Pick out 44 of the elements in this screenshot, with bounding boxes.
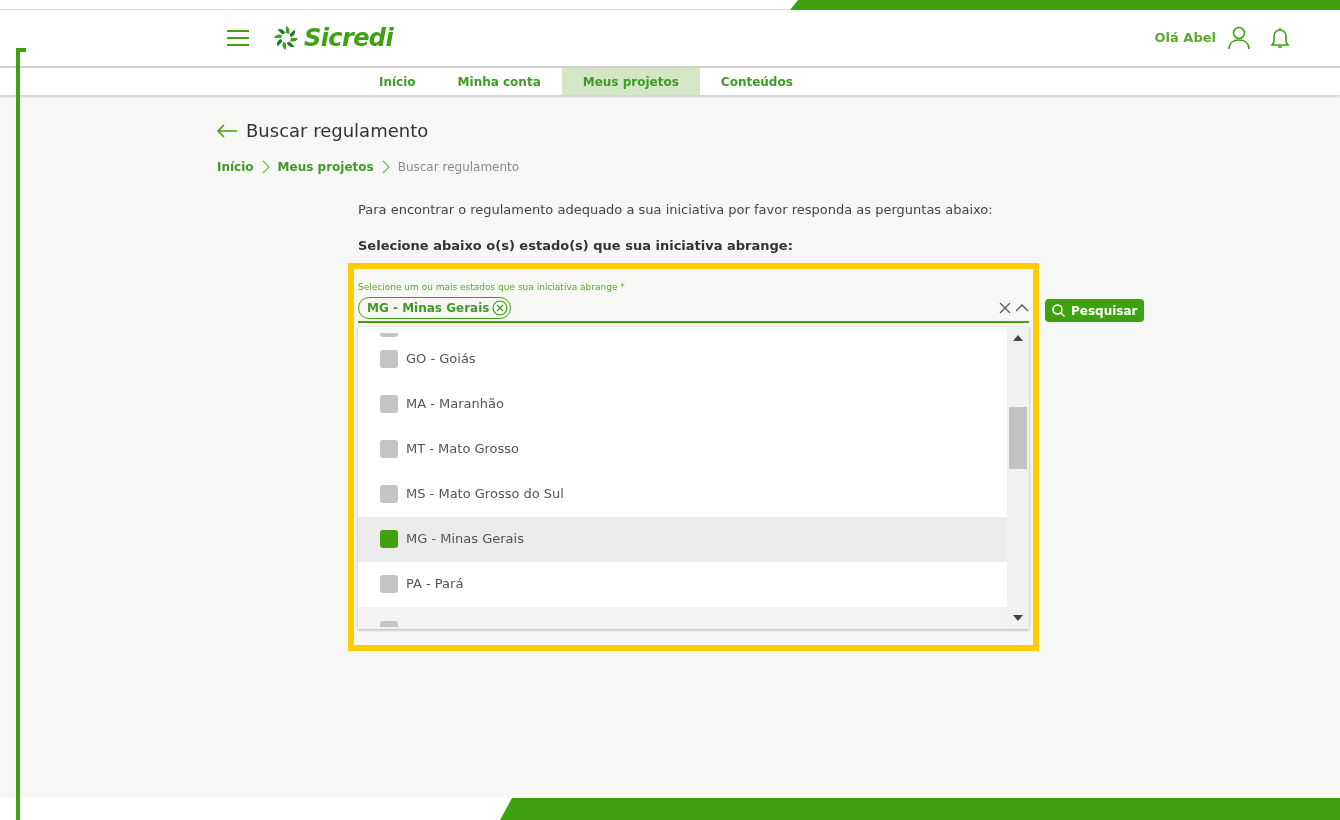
page-title: Buscar regulamento [246,119,429,143]
greeting: Olá Abel [1154,29,1216,48]
nav-tab[interactable]: Minha conta [436,68,562,95]
brand-name: Sicredi [304,23,394,54]
checkbox[interactable] [380,575,398,593]
menu-icon[interactable] [226,29,250,47]
nav-tab[interactable]: Meus projetos [561,68,700,95]
option-row[interactable]: MS - Mato Grosso do Sul [358,471,1007,517]
checkbox[interactable] [380,332,398,337]
breadcrumb-link[interactable]: Início [217,158,254,176]
checkbox[interactable] [380,485,398,503]
nav-tab[interactable]: Início [358,68,437,95]
scroll-up-icon[interactable] [1013,334,1023,341]
option-row[interactable]: MA - Maranhão [358,381,1007,427]
scroll-down-icon[interactable] [1013,614,1023,621]
option-row[interactable]: GO - Goiás [358,336,1007,382]
search-icon [1052,304,1065,317]
clear-icon[interactable] [999,301,1011,314]
option-row[interactable]: PA - Pará [358,561,1007,607]
scrollbar[interactable] [1007,326,1029,629]
breadcrumb-current: Buscar regulamento [397,159,520,176]
bell-icon[interactable] [1270,27,1290,49]
question-text: Selecione abaixo o(s) estado(s) que sua iniciativa abrange: [358,236,794,255]
checkbox[interactable] [380,530,398,548]
checkbox[interactable] [380,620,398,627]
back-arrow-icon[interactable] [216,123,238,138]
scroll-thumb[interactable] [1009,406,1027,469]
option-row[interactable]: MG - Minas Gerais [358,516,1007,562]
state-select[interactable]: Selecione um ou mais estados que sua iniciativa abrange * MG - Minas Gerais [358,281,1029,323]
checkbox[interactable] [380,350,398,368]
remove-icon[interactable] [492,299,509,316]
logo-icon [272,24,300,52]
checkbox[interactable] [380,395,398,413]
intro-text: Para encontrar o regulamento adequado a sua iniciativa por favor responda as perguntas abaixo: [358,201,994,219]
chevron-icon [261,160,270,174]
chevron-icon [381,160,390,174]
select-label: Selecione um ou mais estados que sua iniciativa abrange * [358,281,626,294]
option-row[interactable]: MT - Mato Grosso [358,426,1007,472]
breadcrumb-link[interactable]: Meus projetos [277,158,374,176]
nav-tab[interactable]: Conteúdos [699,68,814,95]
user-icon[interactable] [1228,26,1250,50]
search-button[interactable]: Pesquisar [1045,299,1145,322]
chevron-up-icon[interactable] [1015,303,1029,312]
checkbox[interactable] [380,440,398,458]
